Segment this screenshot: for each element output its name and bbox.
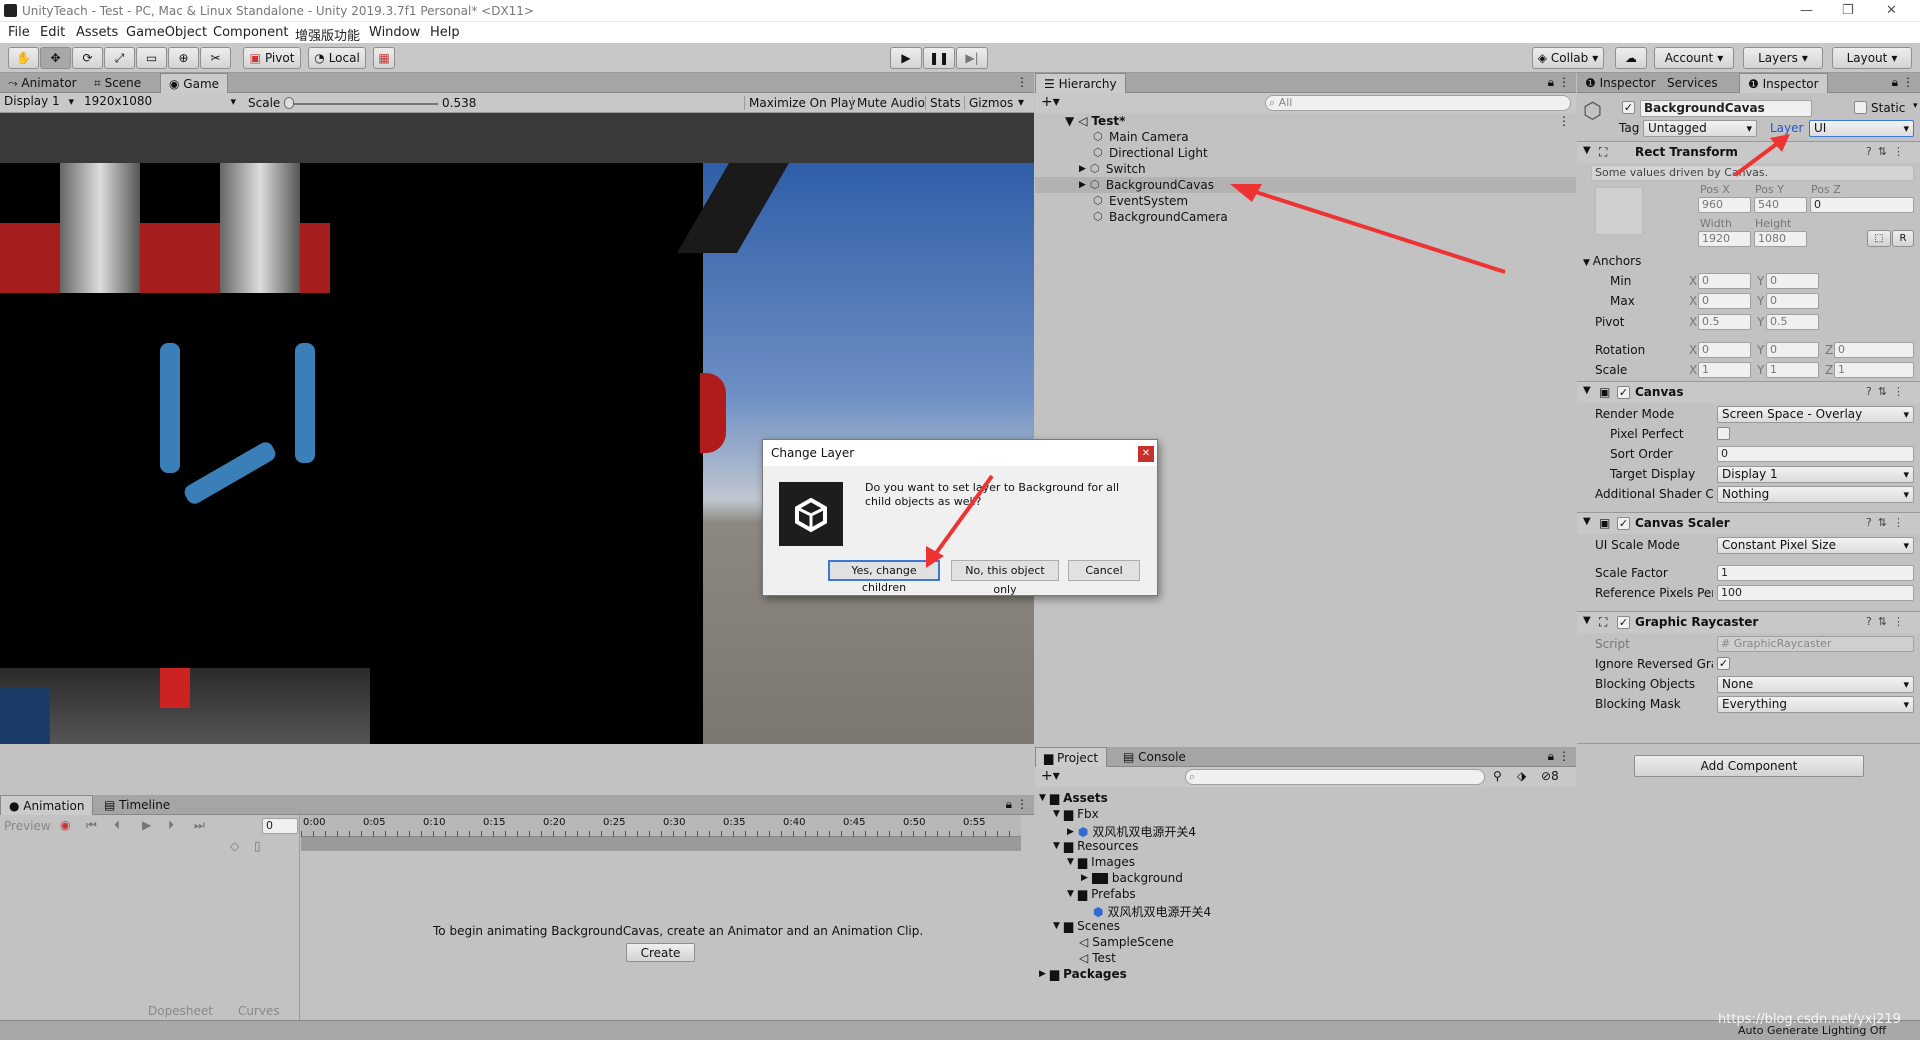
annotation-arrow-dialog bbox=[926, 474, 994, 568]
annotation-arrows bbox=[926, 134, 1790, 568]
annotation-arrow-hierarchy bbox=[1230, 184, 1506, 274]
annotation-arrow-layer bbox=[1733, 134, 1790, 177]
